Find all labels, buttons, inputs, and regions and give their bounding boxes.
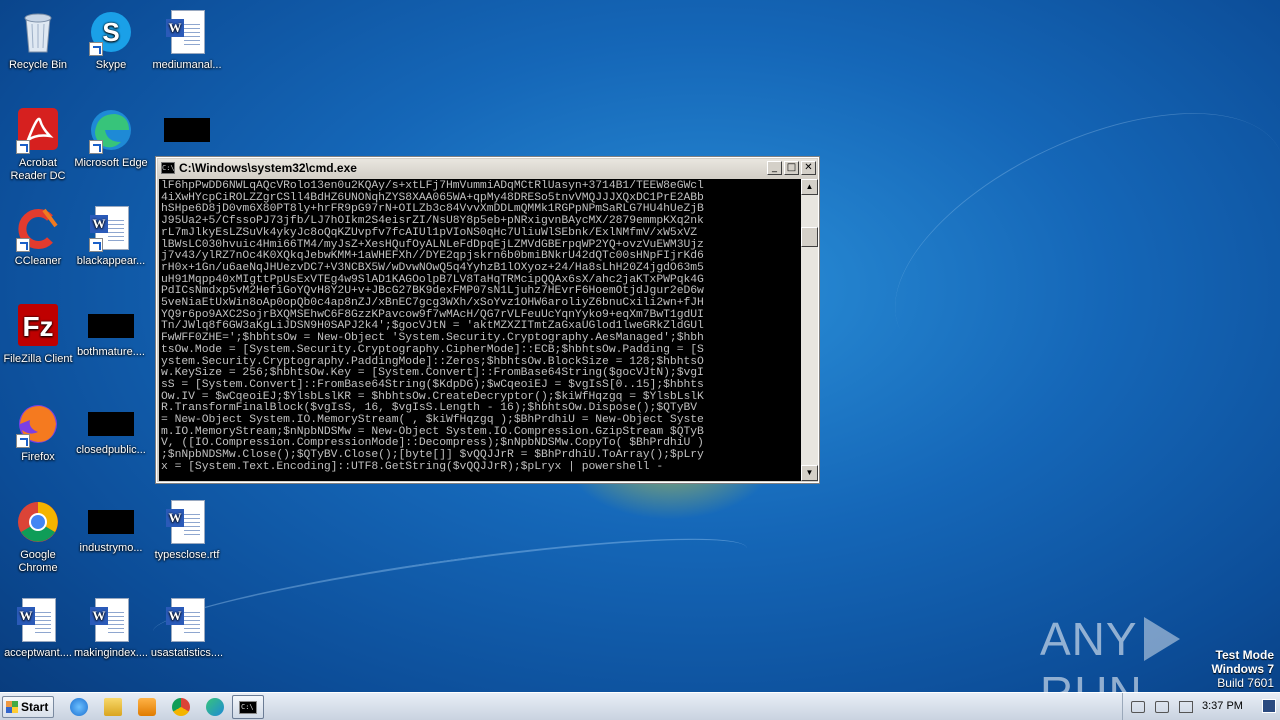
desktop-icon-label: CCleaner: [14, 255, 62, 267]
network-icon[interactable]: [1155, 701, 1169, 713]
speaker-icon[interactable]: [1131, 701, 1145, 713]
blank-file-icon: [88, 510, 134, 534]
cmd-icon: C:\: [161, 162, 175, 174]
word-document-icon: W: [163, 8, 211, 56]
recycle-bin-icon: [14, 8, 62, 56]
test-mode-notice: Test Mode Windows 7 Build 7601: [1211, 648, 1274, 690]
cmd-titlebar[interactable]: C:\ C:\Windows\system32\cmd.exe _ □ ✕: [158, 159, 817, 177]
maximize-button[interactable]: □: [784, 161, 799, 175]
console-text: lF6hpPwDD6NWLqAQcVRolo13en0u2KQAy/s+xtLF…: [161, 180, 704, 473]
desktop-icon-document[interactable]: W acceptwant....: [0, 596, 76, 660]
windows-logo-icon: [6, 701, 18, 713]
window-title: C:\Windows\system32\cmd.exe: [179, 161, 357, 175]
desktop-icon-label: acceptwant....: [4, 647, 72, 659]
svg-text:Fz: Fz: [22, 311, 53, 342]
desktop-icon-label: Firefox: [21, 451, 55, 463]
desktop-icon-file[interactable]: bothmature....: [73, 302, 149, 359]
desktop-icon-label: Acrobat Reader DC: [10, 157, 66, 182]
scroll-thumb[interactable]: [801, 227, 818, 247]
desktop-icon-label: FileZilla Client: [3, 353, 73, 365]
desktop-icon-label: mediumanal...: [152, 59, 222, 71]
desktop-icon-file[interactable]: [149, 106, 225, 150]
vertical-scrollbar[interactable]: ▲ ▼: [801, 179, 818, 481]
skype-icon: S: [87, 8, 135, 56]
filezilla-icon: Fz: [14, 302, 62, 350]
desktop-icon-skype[interactable]: S Skype: [73, 8, 149, 72]
desktop-icon-label: closedpublic...: [76, 444, 146, 456]
taskbar-cmd-button[interactable]: C:\: [232, 695, 264, 719]
file-explorer-icon[interactable]: [104, 698, 122, 716]
desktop-icon-recycle-bin[interactable]: Recycle Bin: [0, 8, 76, 72]
desktop-icon-chrome[interactable]: Google Chrome: [0, 498, 76, 575]
desktop-icon-document[interactable]: W mediumanal...: [149, 8, 225, 72]
internet-explorer-icon[interactable]: [70, 698, 88, 716]
blank-file-icon: [164, 118, 210, 142]
chrome-icon[interactable]: [172, 698, 190, 716]
desktop-icon-acrobat[interactable]: Acrobat Reader DC: [0, 106, 76, 183]
clock[interactable]: 3:37 PM: [1202, 700, 1243, 712]
close-button[interactable]: ✕: [801, 161, 816, 175]
minimize-button[interactable]: _: [767, 161, 782, 175]
desktop-icon-label: usastatistics....: [150, 647, 224, 659]
play-icon: [1143, 617, 1180, 661]
desktop-icon-label: bothmature....: [77, 346, 145, 358]
blank-file-icon: [88, 314, 134, 338]
desktop-icon-label: Microsoft Edge: [74, 157, 148, 169]
desktop-icon-document[interactable]: W makingindex....: [73, 596, 149, 660]
firefox-icon: [14, 400, 62, 448]
acrobat-reader-icon: [14, 106, 62, 154]
build-label: Build 7601: [1217, 676, 1274, 690]
watermark-text: ANY: [1040, 613, 1138, 665]
desktop-icon-label: Skype: [95, 59, 127, 71]
start-button[interactable]: Start: [2, 696, 54, 718]
edge-icon: [87, 106, 135, 154]
desktop-icon-label: blackappear...: [76, 255, 146, 267]
scroll-up-button[interactable]: ▲: [801, 179, 818, 195]
desktop-icon-firefox[interactable]: Firefox: [0, 400, 76, 464]
word-document-icon: W: [163, 596, 211, 644]
cmd-window[interactable]: C:\ C:\Windows\system32\cmd.exe _ □ ✕ lF…: [155, 156, 820, 484]
wallpaper-streak: [857, 60, 1280, 420]
cmd-icon: C:\: [239, 701, 257, 714]
console-output[interactable]: lF6hpPwDD6NWLqAQcVRolo13en0u2KQAy/s+xtLF…: [159, 179, 801, 481]
action-center-flag-icon[interactable]: [1179, 701, 1193, 713]
chrome-icon: [14, 498, 62, 546]
blank-file-icon: [88, 412, 134, 436]
system-tray: [1122, 693, 1280, 720]
ccleaner-icon: [14, 204, 62, 252]
show-desktop-button[interactable]: [1262, 699, 1276, 713]
word-document-icon: W: [87, 596, 135, 644]
test-mode-label: Test Mode: [1215, 648, 1274, 662]
desktop-icon-file[interactable]: industrymo...: [73, 498, 149, 555]
desktop-icon-document[interactable]: W blackappear...: [73, 204, 149, 268]
desktop-icon-label: Google Chrome: [18, 549, 58, 574]
desktop-icon-document[interactable]: W typesclose.rtf: [149, 498, 225, 562]
media-player-icon[interactable]: [138, 698, 156, 716]
desktop-icon-label: makingindex....: [74, 647, 148, 659]
word-document-icon: W: [87, 204, 135, 252]
desktop-icon-edge[interactable]: Microsoft Edge: [73, 106, 149, 170]
desktop-icon-label: industrymo...: [79, 542, 143, 554]
start-label: Start: [21, 700, 49, 714]
desktop-icon-file[interactable]: closedpublic...: [73, 400, 149, 457]
svg-text:S: S: [102, 17, 119, 47]
scroll-down-button[interactable]: ▼: [801, 465, 818, 481]
desktop-icon-ccleaner[interactable]: CCleaner: [0, 204, 76, 268]
taskbar: Start C:\ 3:37 PM: [0, 692, 1280, 720]
desktop-icon-filezilla[interactable]: Fz FileZilla Client: [0, 302, 76, 366]
word-document-icon: W: [163, 498, 211, 546]
desktop-icon-document[interactable]: W usastatistics....: [149, 596, 225, 660]
word-document-icon: W: [14, 596, 62, 644]
desktop-icon-label: Recycle Bin: [8, 59, 68, 71]
wallpaper-streak: [148, 518, 752, 662]
os-label: Windows 7: [1211, 662, 1274, 676]
desktop-icon-label: typesclose.rtf: [154, 549, 220, 561]
edge-icon[interactable]: [206, 698, 224, 716]
